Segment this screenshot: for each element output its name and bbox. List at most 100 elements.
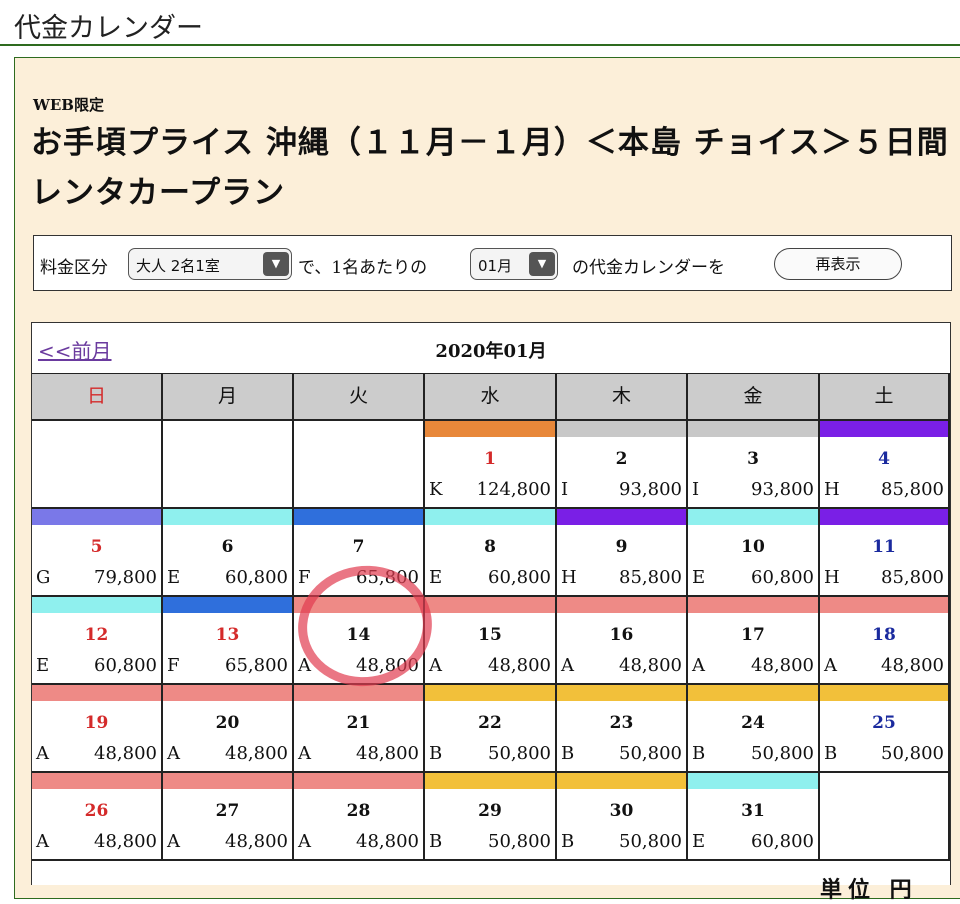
calendar-day-cell[interactable]: 23 B 50,800 bbox=[557, 685, 688, 773]
price-rank-code: A bbox=[167, 743, 180, 764]
calendar-day-cell[interactable]: 31 E 60,800 bbox=[688, 773, 820, 861]
price-rank-code: A bbox=[298, 743, 311, 764]
price-rank-code: A bbox=[167, 831, 180, 852]
calendar-day-cell[interactable]: 16 A 48,800 bbox=[557, 597, 688, 685]
day-price[interactable]: 48,800 bbox=[356, 743, 419, 764]
day-number: 13 bbox=[215, 625, 240, 645]
price-rank-bar bbox=[294, 685, 423, 701]
calendar-day-cell[interactable]: 3 I 93,800 bbox=[688, 421, 820, 509]
redisplay-button[interactable]: 再表示 bbox=[774, 248, 902, 280]
day-price[interactable]: 124,800 bbox=[477, 479, 551, 500]
price-rank-bar bbox=[163, 509, 292, 525]
day-price[interactable]: 60,800 bbox=[751, 567, 814, 588]
day-number: 3 bbox=[747, 449, 759, 469]
day-price[interactable]: 60,800 bbox=[225, 567, 288, 588]
day-number: 15 bbox=[478, 625, 502, 645]
calendar-day-cell[interactable]: 2 I 93,800 bbox=[557, 421, 688, 509]
calendar-day-cell[interactable]: 28 A 48,800 bbox=[294, 773, 425, 861]
calendar-nav: <<前月 2020年01月 bbox=[32, 323, 950, 373]
price-rank-bar bbox=[820, 685, 948, 701]
day-number: 18 bbox=[872, 625, 896, 645]
price-rank-bar bbox=[163, 773, 292, 789]
day-price[interactable]: 48,800 bbox=[751, 655, 814, 676]
calendar-day-cell[interactable]: 9 H 85,800 bbox=[557, 509, 688, 597]
day-price[interactable]: 93,800 bbox=[751, 479, 814, 500]
day-number: 28 bbox=[346, 801, 371, 821]
day-number: 24 bbox=[741, 713, 765, 733]
calendar-day-cell[interactable]: 24 B 50,800 bbox=[688, 685, 820, 773]
calendar-day-cell[interactable]: 10 E 60,800 bbox=[688, 509, 820, 597]
price-rank-code: E bbox=[692, 567, 706, 588]
day-price[interactable]: 85,800 bbox=[619, 567, 682, 588]
day-price[interactable]: 65,800 bbox=[225, 655, 288, 676]
chevron-down-icon: ▼ bbox=[263, 252, 289, 276]
page-title: 代金カレンダー bbox=[14, 13, 203, 44]
day-price[interactable]: 85,800 bbox=[881, 567, 944, 588]
day-price[interactable]: 48,800 bbox=[356, 831, 419, 852]
calendar-day-cell[interactable]: 8 E 60,800 bbox=[425, 509, 557, 597]
price-rank-bar bbox=[163, 597, 292, 613]
calendar-day-cell[interactable]: 12 E 60,800 bbox=[32, 597, 163, 685]
price-rank-code: B bbox=[561, 831, 575, 852]
price-rank-bar bbox=[32, 685, 161, 701]
day-price[interactable]: 93,800 bbox=[619, 479, 682, 500]
day-number: 5 bbox=[90, 537, 103, 557]
day-price[interactable]: 48,800 bbox=[225, 831, 288, 852]
price-rank-code: F bbox=[167, 655, 180, 676]
day-price[interactable]: 48,800 bbox=[881, 655, 944, 676]
calendar-day-cell[interactable]: 15 A 48,800 bbox=[425, 597, 557, 685]
calendar-day-cell[interactable]: 13 F 65,800 bbox=[163, 597, 294, 685]
day-price[interactable]: 50,800 bbox=[619, 831, 682, 852]
day-price[interactable]: 48,800 bbox=[94, 743, 157, 764]
day-number: 30 bbox=[609, 801, 634, 821]
day-price[interactable]: 48,800 bbox=[225, 743, 288, 764]
weekday-header: 金 bbox=[688, 373, 820, 421]
calendar-day-cell[interactable]: 21 A 48,800 bbox=[294, 685, 425, 773]
calendar-day-cell[interactable]: 22 B 50,800 bbox=[425, 685, 557, 773]
calendar-day-cell[interactable]: 6 E 60,800 bbox=[163, 509, 294, 597]
day-price[interactable]: 60,800 bbox=[488, 567, 551, 588]
day-price[interactable]: 50,800 bbox=[881, 743, 944, 764]
calendar-day-cell[interactable]: 1 K 124,800 bbox=[425, 421, 557, 509]
price-rank-bar bbox=[688, 773, 818, 789]
day-number: 9 bbox=[615, 537, 628, 557]
price-rank-code: E bbox=[36, 655, 50, 676]
month-select[interactable]: 01月 ▼ bbox=[470, 248, 558, 280]
price-rank-code: B bbox=[824, 743, 838, 764]
day-number: 22 bbox=[478, 713, 502, 733]
day-price[interactable]: 79,800 bbox=[94, 567, 157, 588]
day-price[interactable]: 48,800 bbox=[619, 655, 682, 676]
price-rank-code: A bbox=[692, 655, 705, 676]
day-price[interactable]: 50,800 bbox=[488, 743, 551, 764]
calendar-day-cell[interactable]: 20 A 48,800 bbox=[163, 685, 294, 773]
calendar-day-cell[interactable]: 11 H 85,800 bbox=[820, 509, 950, 597]
calendar-day-cell[interactable]: 18 A 48,800 bbox=[820, 597, 950, 685]
price-rank-bar bbox=[820, 597, 948, 613]
day-price[interactable]: 85,800 bbox=[881, 479, 944, 500]
calendar-day-cell[interactable]: 4 H 85,800 bbox=[820, 421, 950, 509]
calendar-day-cell[interactable]: 26 A 48,800 bbox=[32, 773, 163, 861]
calendar-day-cell[interactable]: 17 A 48,800 bbox=[688, 597, 820, 685]
day-price[interactable]: 48,800 bbox=[488, 655, 551, 676]
price-rank-bar bbox=[294, 773, 423, 789]
day-number: 27 bbox=[215, 801, 240, 821]
calendar-day-cell[interactable]: 19 A 48,800 bbox=[32, 685, 163, 773]
price-rank-code: B bbox=[692, 743, 706, 764]
price-rank-code: H bbox=[561, 567, 577, 588]
calendar-day-cell[interactable]: 30 B 50,800 bbox=[557, 773, 688, 861]
calendar-day-cell[interactable]: 29 B 50,800 bbox=[425, 773, 557, 861]
day-number: 2 bbox=[615, 449, 628, 469]
weekday-header: 火 bbox=[294, 373, 425, 421]
day-price[interactable]: 50,800 bbox=[619, 743, 682, 764]
day-price[interactable]: 50,800 bbox=[488, 831, 551, 852]
calendar-day-cell[interactable]: 27 A 48,800 bbox=[163, 773, 294, 861]
day-number: 25 bbox=[872, 713, 896, 733]
fare-category-select[interactable]: 大人 2名1室 ▼ bbox=[128, 248, 292, 280]
calendar-day-cell[interactable]: 5 G 79,800 bbox=[32, 509, 163, 597]
day-price[interactable]: 50,800 bbox=[751, 743, 814, 764]
price-rank-bar bbox=[425, 597, 555, 613]
calendar-day-cell[interactable]: 25 B 50,800 bbox=[820, 685, 950, 773]
day-price[interactable]: 60,800 bbox=[751, 831, 814, 852]
day-price[interactable]: 60,800 bbox=[94, 655, 157, 676]
day-price[interactable]: 48,800 bbox=[94, 831, 157, 852]
